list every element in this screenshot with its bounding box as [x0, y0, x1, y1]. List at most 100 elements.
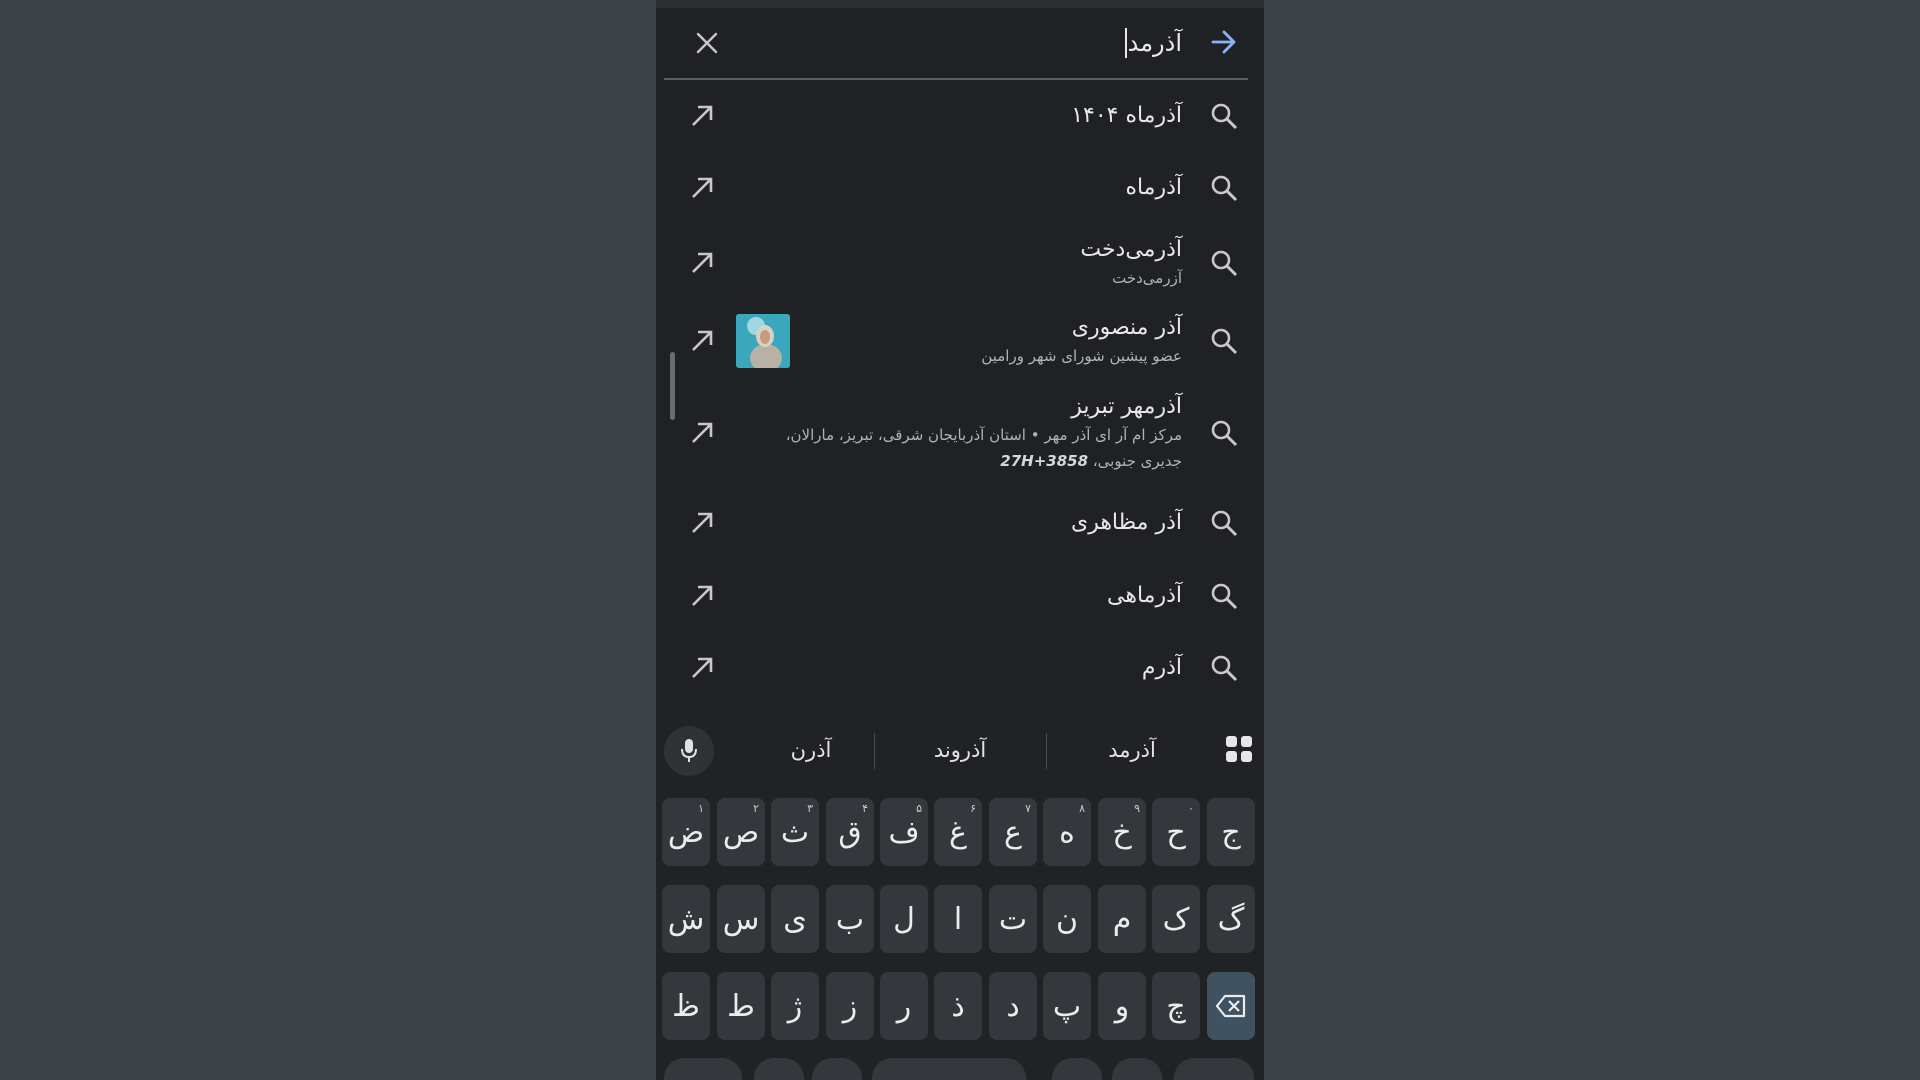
arrow-up-left-icon[interactable] — [684, 98, 720, 134]
word-suggestion[interactable]: آذروند — [874, 730, 1046, 770]
key-label: ع — [1004, 814, 1022, 850]
key-label: خ — [1112, 814, 1132, 850]
key[interactable]: ض۱ — [662, 798, 710, 866]
suggestion-item[interactable]: آذرماهی — [656, 560, 1264, 632]
key[interactable]: ل — [880, 885, 928, 953]
search-icon — [1208, 247, 1240, 279]
enter-key[interactable] — [1174, 1058, 1254, 1080]
search-input[interactable]: آذرمد — [1124, 26, 1182, 60]
suggestion-thumbnail — [736, 314, 790, 368]
microphone-icon[interactable] — [664, 726, 714, 776]
key[interactable]: ع۷ — [989, 798, 1037, 866]
suggestion-title: آذرماه ۱۴۰۴ — [1071, 103, 1182, 128]
arrow-right-icon[interactable] — [1204, 24, 1244, 60]
search-icon — [1208, 507, 1240, 539]
key[interactable]: غ۶ — [934, 798, 982, 866]
suggestion-item[interactable]: آذر منصوری عضو پیشین شورای شهر ورامین — [656, 302, 1264, 380]
key[interactable]: گ — [1207, 885, 1255, 953]
key[interactable]: ی — [771, 885, 819, 953]
word-suggestion[interactable]: آذرمد — [1046, 730, 1218, 770]
arrow-up-left-icon[interactable] — [684, 245, 720, 281]
arrow-up-left-icon[interactable] — [684, 323, 720, 359]
arrow-up-left-icon[interactable] — [684, 578, 720, 614]
key-label: ص — [722, 814, 760, 850]
suggestion-text: آذرم — [1142, 653, 1182, 683]
key[interactable]: ت — [989, 885, 1037, 953]
close-icon[interactable] — [690, 26, 724, 60]
arrow-up-left-icon[interactable] — [684, 650, 720, 686]
key[interactable]: ش — [662, 885, 710, 953]
key-label: س — [722, 901, 760, 937]
arrow-up-left-icon[interactable] — [684, 170, 720, 206]
suggestion-text: آذرماهی — [1107, 581, 1182, 611]
arrow-up-left-icon[interactable] — [684, 415, 720, 451]
suggestion-text: آذرماه ۱۴۰۴ — [1071, 101, 1182, 131]
suggestion-subtitle: عضو پیشین شورای شهر ورامین — [981, 347, 1182, 365]
key[interactable]: ر — [880, 972, 928, 1040]
key-label: ک — [1162, 901, 1190, 937]
suggestion-title: آذر مظاهری — [1070, 510, 1182, 535]
suggestion-item[interactable]: آذرماه — [656, 152, 1264, 224]
address-text: مرکز ام آر ای آذر مهر • استان آذربایجان … — [785, 426, 1182, 470]
key[interactable]: ص۲ — [717, 798, 765, 866]
key[interactable]: ه۸ — [1043, 798, 1091, 866]
key[interactable]: ح۰ — [1152, 798, 1200, 866]
key-label: گ — [1217, 901, 1245, 937]
text-cursor — [1124, 28, 1127, 58]
suggestion-item[interactable]: آذرمی‌دخت آزرمی‌دخت — [656, 224, 1264, 302]
key[interactable]: و — [1098, 972, 1146, 1040]
emoji-key[interactable] — [754, 1058, 804, 1080]
key[interactable]: م — [1098, 885, 1146, 953]
arrow-up-left-icon[interactable] — [684, 505, 720, 541]
key[interactable]: ف۵ — [880, 798, 928, 866]
key[interactable]: ط — [717, 972, 765, 1040]
key[interactable]: ق۴ — [826, 798, 874, 866]
key[interactable]: ج — [1207, 798, 1255, 866]
key-label: ج — [1221, 814, 1241, 850]
suggestion-text: آذرمی‌دخت آزرمی‌دخت — [1080, 235, 1182, 291]
comma-key[interactable] — [812, 1058, 862, 1080]
period-key[interactable] — [1052, 1058, 1102, 1080]
space-key[interactable] — [872, 1058, 1026, 1080]
search-icon — [1208, 652, 1240, 684]
suggestion-item[interactable]: آذرماه ۱۴۰۴ — [656, 80, 1264, 152]
language-key[interactable] — [1112, 1058, 1162, 1080]
key-hint: ۴ — [862, 802, 868, 815]
key-label: ژ — [787, 988, 803, 1024]
key[interactable]: ژ — [771, 972, 819, 1040]
suggestion-item[interactable]: آذرم — [656, 632, 1264, 704]
key[interactable]: ظ — [662, 972, 710, 1040]
key[interactable]: ا — [934, 885, 982, 953]
keyboard: آذرن آذروند آذرمد ض۱ص۲ث۳ق۴ف۵غ۶ع۷ه۸خ۹ح۰ج … — [656, 720, 1264, 1080]
key-hint: ۳ — [807, 802, 813, 815]
apps-grid-icon[interactable] — [1224, 734, 1254, 764]
key[interactable]: ث۳ — [771, 798, 819, 866]
suggestion-title: آذرماهی — [1107, 583, 1182, 608]
key-hint: ۰ — [1188, 802, 1194, 815]
suggestion-item[interactable]: آذر مظاهری — [656, 486, 1264, 560]
suggestion-item[interactable]: آذرمهر تبریز مرکز ام آر ای آذر مهر • است… — [656, 380, 1264, 486]
key-hint: ۷ — [1025, 802, 1031, 815]
key[interactable]: ب — [826, 885, 874, 953]
symbols-key[interactable] — [664, 1058, 742, 1080]
key[interactable]: ک — [1152, 885, 1200, 953]
suggestion-text: آذرمهر تبریز مرکز ام آر ای آذر مهر • است… — [742, 392, 1182, 474]
phone-screen: آذرمد آذرماه ۱۴۰۴ آذرماه آذرمی‌دخت آزرمی… — [656, 0, 1264, 1080]
key[interactable]: پ — [1043, 972, 1091, 1040]
key-label: ت — [998, 901, 1028, 937]
key[interactable]: چ — [1152, 972, 1200, 1040]
key-label: ب — [835, 901, 865, 937]
backspace-key[interactable] — [1207, 972, 1255, 1040]
key[interactable]: ز — [826, 972, 874, 1040]
key[interactable]: ذ — [934, 972, 982, 1040]
key[interactable]: خ۹ — [1098, 798, 1146, 866]
key-label: ر — [896, 988, 912, 1024]
search-bar: آذرمد — [664, 8, 1248, 80]
key[interactable]: ن — [1043, 885, 1091, 953]
key[interactable]: س — [717, 885, 765, 953]
key-label: غ — [949, 814, 967, 850]
key[interactable]: د — [989, 972, 1037, 1040]
key-label: د — [1006, 988, 1020, 1024]
search-icon — [1208, 325, 1240, 357]
key-label: ظ — [672, 988, 700, 1024]
